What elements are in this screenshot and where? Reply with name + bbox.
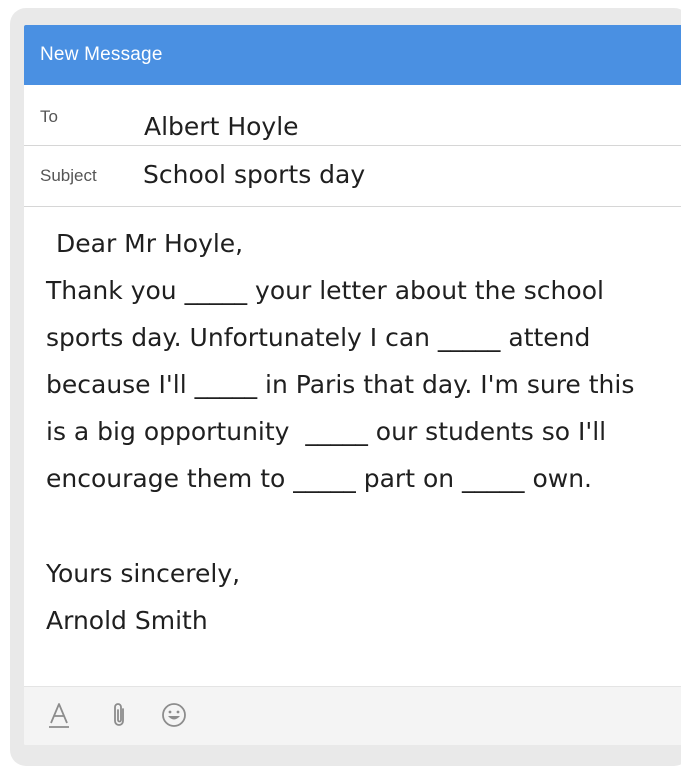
emoji-icon[interactable] <box>158 699 190 731</box>
body-line: Thank you _____ your letter about the sc… <box>46 276 604 305</box>
window-title: New Message <box>40 44 163 65</box>
subject-label: Subject <box>40 166 97 185</box>
to-label: To <box>40 107 58 126</box>
text-format-icon[interactable] <box>43 699 75 731</box>
compose-window: New Message To Albert Hoyle Subject Scho… <box>24 25 681 745</box>
to-row[interactable]: To Albert Hoyle <box>24 85 681 146</box>
body-line: because I'll _____ in Paris that day. I'… <box>46 370 635 399</box>
to-field[interactable]: Albert Hoyle <box>144 112 299 141</box>
body-line: sports day. Unfortunately I can _____ at… <box>46 323 591 352</box>
body-line: is a big opportunity _____ our students … <box>46 417 607 446</box>
message-body[interactable]: Dear Mr Hoyle, Thank you _____ your lett… <box>46 220 681 644</box>
compose-header: New Message <box>24 25 681 85</box>
body-line: encourage them to _____ part on _____ ow… <box>46 464 593 493</box>
closing-line: Yours sincerely, <box>46 559 241 588</box>
paperclip-icon[interactable] <box>103 699 135 731</box>
subject-field[interactable]: School sports day <box>143 160 365 189</box>
greeting-line: Dear Mr Hoyle, <box>56 229 244 258</box>
signature-line: Arnold Smith <box>46 606 208 635</box>
compose-toolbar <box>24 686 681 745</box>
subject-row[interactable]: Subject School sports day <box>24 146 681 207</box>
